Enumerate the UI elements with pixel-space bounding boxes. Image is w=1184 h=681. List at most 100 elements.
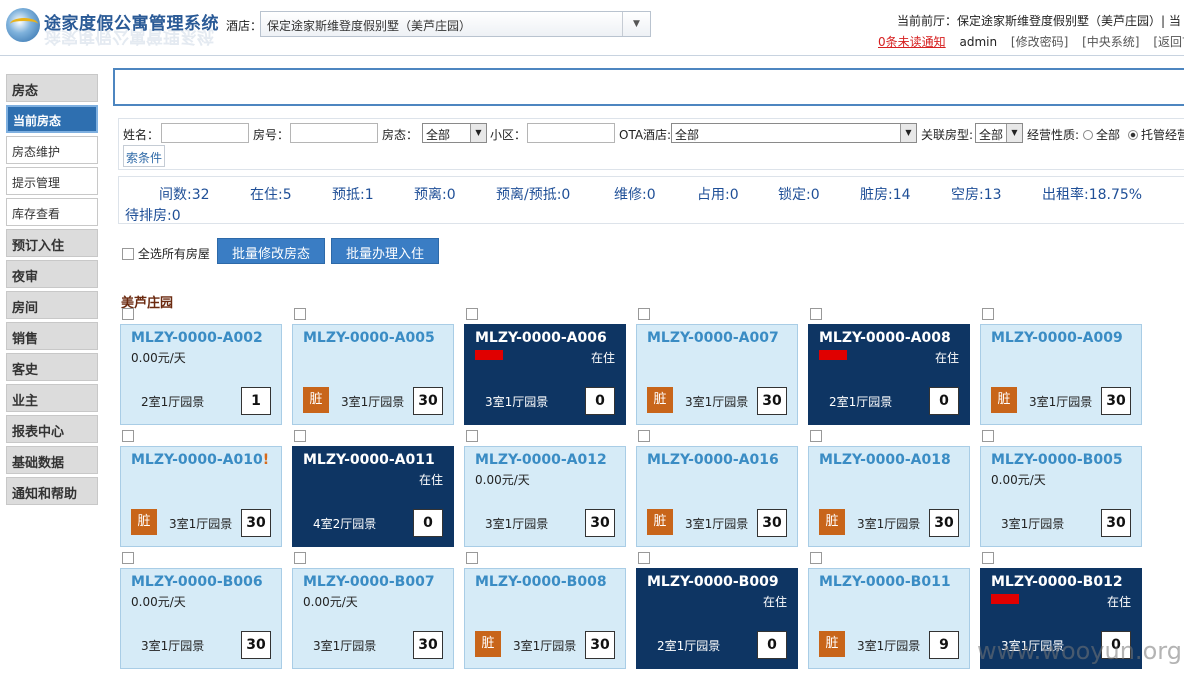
room-tile[interactable]: MLZY-0000-A005 脏 3室1厅园景 30 bbox=[292, 324, 454, 425]
sidebar-item[interactable]: 销售 bbox=[6, 322, 98, 350]
sidebar-item[interactable]: 房态 bbox=[6, 74, 98, 102]
district-input[interactable] bbox=[527, 123, 615, 143]
room-tile[interactable]: MLZY-0000-A007 脏 3室1厅园景 30 bbox=[636, 324, 798, 425]
ota-select[interactable]: 全部 ▼ bbox=[671, 123, 917, 143]
room-code: MLZY-0000-B006 bbox=[131, 574, 263, 590]
room-tile[interactable]: MLZY-0000-A016 脏 3室1厅园景 30 bbox=[636, 446, 798, 547]
room-checkbox[interactable] bbox=[638, 308, 650, 320]
room-tile[interactable]: MLZY-0000-A018 脏 3室1厅园景 30 bbox=[808, 446, 970, 547]
unread-notice-link[interactable]: 0条未读通知 bbox=[878, 35, 946, 49]
room-type: 3室1厅园景 bbox=[857, 639, 921, 653]
hotel-select[interactable]: 保定途家斯维登度假别墅（美芦庄园） ▼ bbox=[260, 11, 651, 37]
dirty-badge: 脏 bbox=[819, 509, 845, 535]
chevron-down-icon[interactable]: ▼ bbox=[900, 124, 916, 142]
room-checkbox[interactable] bbox=[466, 308, 478, 320]
app-header: 途家度假公寓管理系统 途家度假公寓管理系统 酒店： 保定途家斯维登度假别墅（美芦… bbox=[0, 0, 1184, 56]
sidebar-item[interactable]: 报表中心 bbox=[6, 415, 98, 443]
dirty-badge: 脏 bbox=[647, 509, 673, 535]
room-tile[interactable]: MLZY-0000-B007 0.00元/天 3室1厅园景 30 bbox=[292, 568, 454, 669]
sidebar-item[interactable]: 提示管理 bbox=[6, 167, 98, 195]
stat-occupied: 占用:0 bbox=[697, 187, 739, 203]
batch-checkin-button[interactable]: 批量办理入住 bbox=[331, 238, 440, 264]
filter-panel: 姓名： 房号： 房态： 全部 ▼ 小区： OTA酒店: 全部 ▼ 关联房型: 全… bbox=[118, 118, 1184, 170]
stat-unassigned: 待排房:0 bbox=[125, 208, 181, 224]
sidebar-item[interactable]: 通知和帮助 bbox=[6, 477, 98, 505]
sidebar: 房态当前房态房态维护提示管理库存查看预订入住夜审房间销售客史业主报表中心基础数据… bbox=[6, 74, 98, 508]
dirty-badge: 脏 bbox=[991, 387, 1017, 413]
room-checkbox[interactable] bbox=[122, 430, 134, 442]
room-tile[interactable]: MLZY-0000-B011 脏 3室1厅园景 9 bbox=[808, 568, 970, 669]
room-type-select[interactable]: 全部 ▼ bbox=[975, 123, 1023, 143]
room-checkbox[interactable] bbox=[638, 552, 650, 564]
room-checkbox[interactable] bbox=[466, 552, 478, 564]
central-system-link[interactable]: [中央系统] bbox=[1082, 35, 1139, 49]
room-tile[interactable]: MLZY-0000-B009 在住 2室1厅园景 0 bbox=[636, 568, 798, 669]
select-all-checkbox[interactable]: 全选所有房屋 bbox=[122, 245, 210, 262]
room-tile[interactable]: MLZY-0000-A009 脏 3室1厅园景 30 bbox=[980, 324, 1142, 425]
room-tile[interactable]: MLZY-0000-A008 在住 2室1厅园景 0 bbox=[808, 324, 970, 425]
room-tile[interactable]: MLZY-0000-A006 在住 3室1厅园景 0 bbox=[464, 324, 626, 425]
room-price: 0.00元/天 bbox=[475, 473, 530, 487]
select-all-label: 全选所有房屋 bbox=[137, 247, 210, 261]
room-tile[interactable]: MLZY-0000-A011 在住 4室2厅园景 0 bbox=[292, 446, 454, 547]
room-checkbox[interactable] bbox=[810, 308, 822, 320]
room-checkbox[interactable] bbox=[982, 308, 994, 320]
room-tile[interactable]: MLZY-0000-B006 0.00元/天 3室1厅园景 30 bbox=[120, 568, 282, 669]
room-checkbox[interactable] bbox=[810, 430, 822, 442]
hotel-select-value: 保定途家斯维登度假别墅（美芦庄园） bbox=[267, 19, 472, 33]
room-code: MLZY-0000-A012 bbox=[475, 452, 607, 468]
room-code: MLZY-0000-A011 bbox=[303, 452, 435, 468]
sidebar-item[interactable]: 基础数据 bbox=[6, 446, 98, 474]
chevron-down-icon[interactable]: ▼ bbox=[1006, 124, 1022, 142]
nature-all-option[interactable]: 全部 bbox=[1083, 126, 1120, 143]
room-checkbox[interactable] bbox=[810, 552, 822, 564]
stat-dirty: 脏房:14 bbox=[860, 187, 911, 203]
room-no-input[interactable] bbox=[290, 123, 378, 143]
radio-selected-icon[interactable] bbox=[1128, 130, 1138, 140]
search-conditions-button[interactable]: 索条件 bbox=[123, 145, 166, 167]
room-tile[interactable]: MLZY-0000-B005 0.00元/天 3室1厅园景 30 bbox=[980, 446, 1142, 547]
room-type: 2室1厅园景 bbox=[829, 395, 893, 409]
sidebar-item[interactable]: 预订入住 bbox=[6, 229, 98, 257]
sidebar-item[interactable]: 业主 bbox=[6, 384, 98, 412]
name-input[interactable] bbox=[161, 123, 249, 143]
room-checkbox[interactable] bbox=[294, 552, 306, 564]
sidebar-item[interactable]: 库存查看 bbox=[6, 198, 98, 226]
room-code: MLZY-0000-A010! bbox=[131, 452, 270, 468]
room-price: 0.00元/天 bbox=[303, 595, 358, 609]
sidebar-item[interactable]: 夜审 bbox=[6, 260, 98, 288]
room-status-select[interactable]: 全部 ▼ bbox=[422, 123, 487, 143]
nature-managed-option[interactable]: 托管经营 bbox=[1128, 126, 1184, 143]
sidebar-item[interactable]: 客史 bbox=[6, 353, 98, 381]
room-tile[interactable]: MLZY-0000-A012 0.00元/天 3室1厅园景 30 bbox=[464, 446, 626, 547]
change-password-link[interactable]: [修改密码] bbox=[1011, 35, 1068, 49]
room-code: MLZY-0000-A009 bbox=[991, 330, 1123, 346]
room-checkbox[interactable] bbox=[294, 308, 306, 320]
radio-icon[interactable] bbox=[1083, 130, 1093, 140]
room-days: 30 bbox=[757, 509, 787, 537]
room-code: MLZY-0000-B012 bbox=[991, 574, 1123, 590]
room-checkbox[interactable] bbox=[982, 552, 994, 564]
room-checkbox[interactable] bbox=[294, 430, 306, 442]
stat-maintenance: 维修:0 bbox=[614, 187, 656, 203]
chevron-down-icon[interactable]: ▼ bbox=[470, 124, 486, 142]
room-tile[interactable]: MLZY-0000-A010! 脏 3室1厅园景 30 bbox=[120, 446, 282, 547]
room-type: 3室1厅园景 bbox=[341, 395, 405, 409]
room-checkbox[interactable] bbox=[638, 430, 650, 442]
room-tile[interactable]: MLZY-0000-A002 0.00元/天 2室1厅园景 1 bbox=[120, 324, 282, 425]
room-type: 3室1厅园景 bbox=[685, 517, 749, 531]
room-tile[interactable]: MLZY-0000-B008 脏 3室1厅园景 30 bbox=[464, 568, 626, 669]
redaction-mark bbox=[475, 350, 503, 360]
checkbox-icon[interactable] bbox=[122, 248, 134, 260]
room-checkbox[interactable] bbox=[122, 308, 134, 320]
room-checkbox[interactable] bbox=[122, 552, 134, 564]
batch-status-button[interactable]: 批量修改房态 bbox=[217, 238, 326, 264]
chevron-down-icon[interactable]: ▼ bbox=[622, 12, 650, 36]
sidebar-item[interactable]: 房态维护 bbox=[6, 136, 98, 164]
room-checkbox[interactable] bbox=[466, 430, 478, 442]
sidebar-item[interactable]: 房间 bbox=[6, 291, 98, 319]
back-home-link[interactable]: [返回首 bbox=[1153, 35, 1184, 49]
sidebar-item[interactable]: 当前房态 bbox=[6, 105, 98, 133]
room-days: 30 bbox=[757, 387, 787, 415]
room-checkbox[interactable] bbox=[982, 430, 994, 442]
